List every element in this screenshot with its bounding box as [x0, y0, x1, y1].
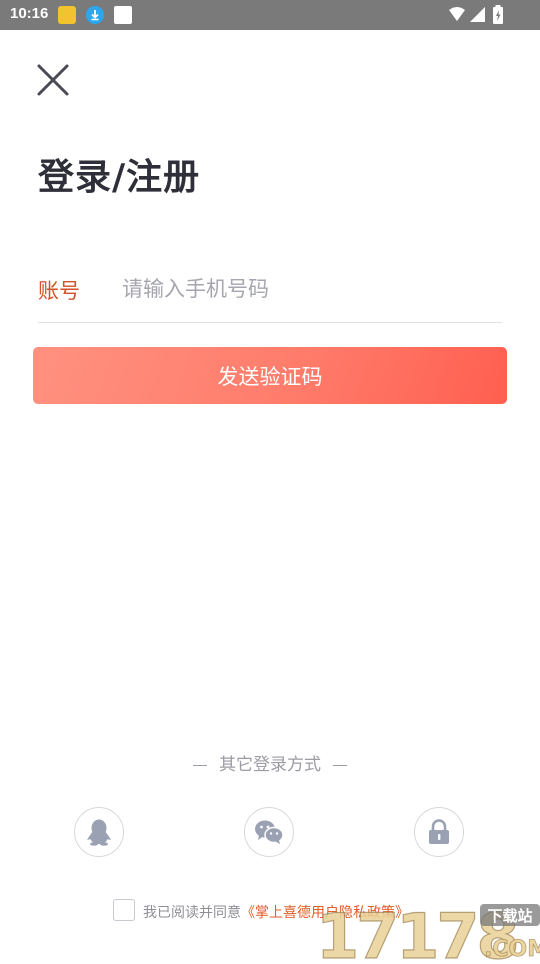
phone-input[interactable]	[122, 270, 492, 308]
battery-icon	[493, 5, 503, 24]
watermark-sub: .COM	[484, 937, 540, 960]
site-watermark: 17178 下载站 .COM	[314, 898, 540, 964]
download-notification-icon	[86, 6, 104, 24]
signal-icon	[470, 7, 485, 22]
wechat-icon	[255, 820, 284, 844]
status-bar: 10:16	[0, 0, 540, 30]
qq-login-button[interactable]	[74, 807, 124, 857]
divider-left	[193, 764, 207, 766]
status-time: 10:16	[10, 5, 49, 22]
app-notification-icon	[58, 6, 76, 24]
agreement-checkbox[interactable]	[113, 899, 135, 921]
close-button[interactable]	[34, 61, 72, 99]
password-login-button[interactable]	[414, 807, 464, 857]
other-login-text: 其它登录方式	[219, 755, 321, 775]
agreement-prefix: 我已阅读并同意	[143, 905, 241, 921]
account-row: 账号	[38, 270, 502, 323]
divider-right	[333, 764, 347, 766]
wechat-login-button[interactable]	[244, 807, 294, 857]
lock-icon	[429, 819, 449, 844]
other-login-label: 其它登录方式	[0, 750, 540, 775]
close-icon	[37, 64, 69, 96]
page-title: 登录/注册	[38, 157, 201, 198]
card-notification-icon	[114, 6, 132, 24]
watermark-badge: 下载站	[487, 907, 532, 925]
wifi-icon	[449, 7, 465, 21]
qq-icon	[87, 819, 111, 846]
send-code-button[interactable]: 发送验证码	[33, 347, 507, 404]
account-label: 账号	[38, 279, 80, 303]
